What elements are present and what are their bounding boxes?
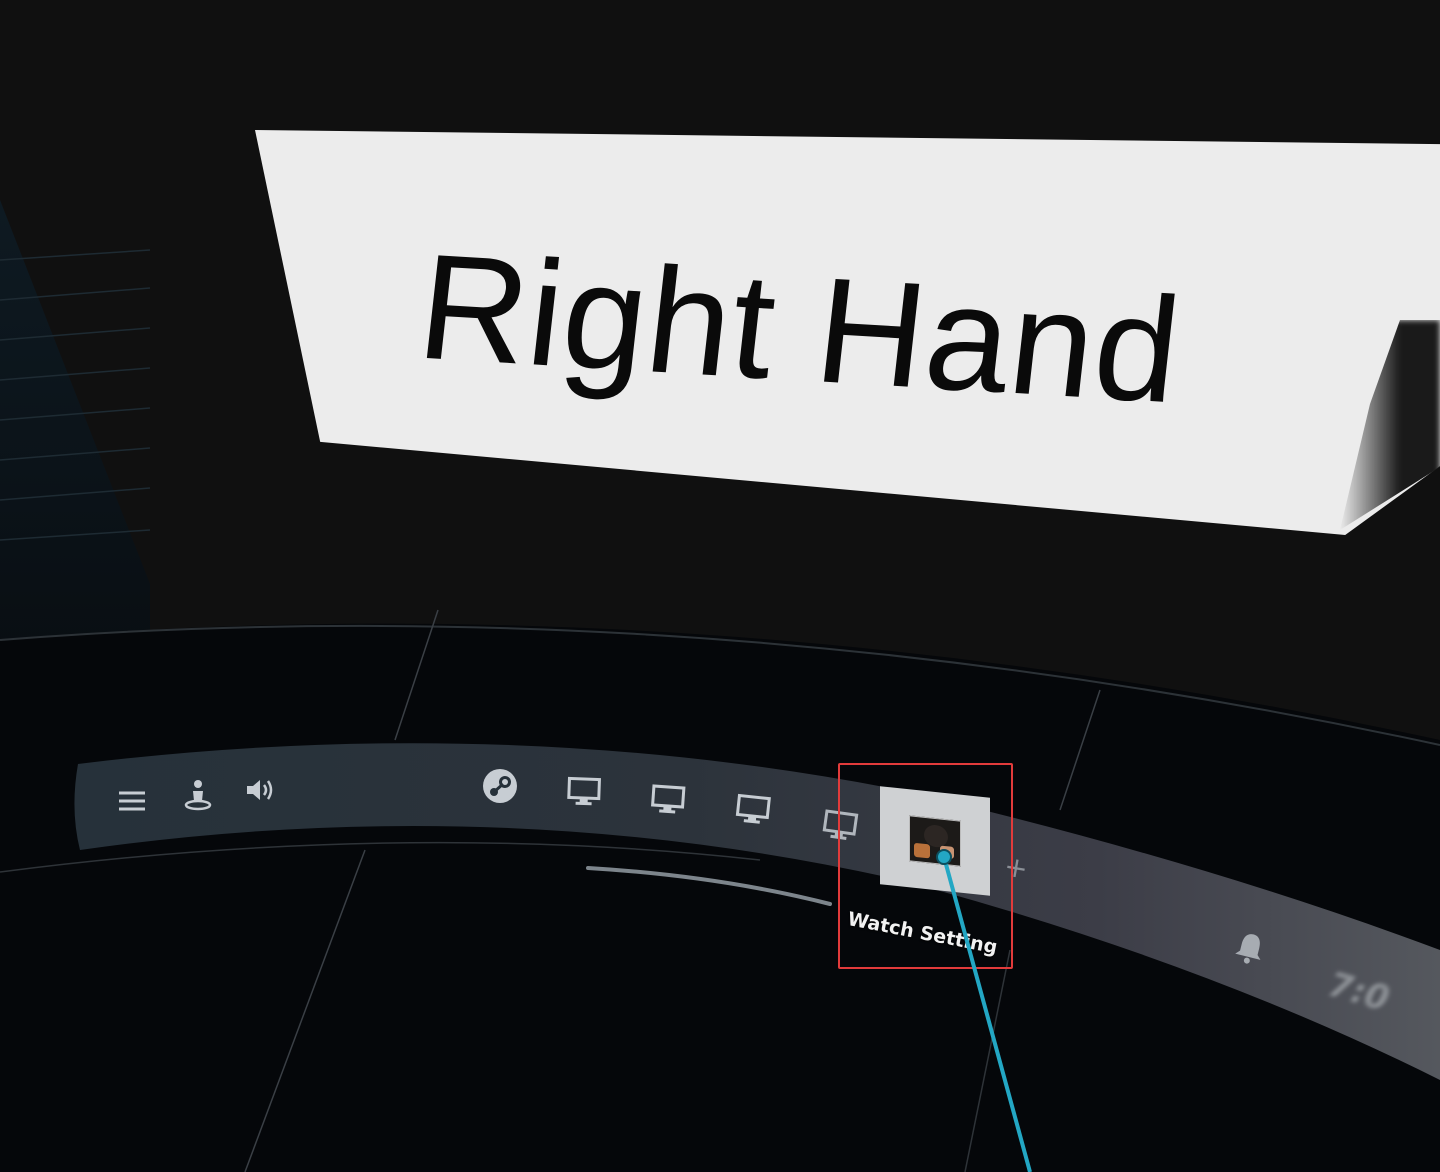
laser-pointer xyxy=(936,849,1032,1172)
vr-scene: Right Hand + Watch Setting 7:0 xyxy=(0,0,1440,1172)
